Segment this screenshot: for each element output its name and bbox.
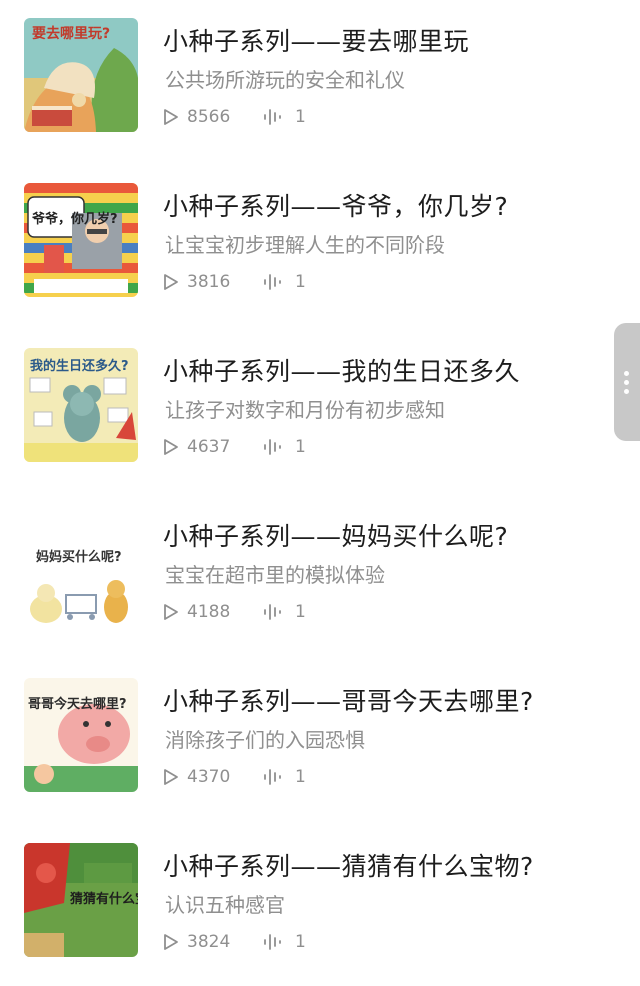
play-icon [164, 439, 178, 455]
cover-image: 妈妈买什么呢? [24, 513, 138, 627]
album-title[interactable]: 小种子系列——妈妈买什么呢? [163, 517, 508, 553]
album-title[interactable]: 小种子系列——猜猜有什么宝物? [163, 847, 534, 883]
album-cover[interactable]: 哥哥今天去哪里? [24, 678, 138, 792]
album-title[interactable]: 小种子系列——我的生日还多久 [163, 352, 520, 388]
track-count-value: 1 [295, 932, 306, 952]
track-count: 1 [263, 272, 306, 292]
cover-text: 爷爷，你几岁? [32, 211, 118, 227]
track-count: 1 [263, 602, 306, 622]
album-stats: 4370 1 [163, 766, 306, 788]
cover-text: 我的生日还多久? [30, 358, 129, 374]
more-dots-icon [624, 371, 629, 376]
track-count: 1 [263, 767, 306, 787]
track-count-value: 1 [295, 107, 306, 127]
audio-wave-icon [264, 274, 281, 290]
album-title[interactable]: 小种子系列——爷爷，你几岁? [163, 187, 508, 223]
audio-wave-icon [264, 439, 281, 455]
album-subtitle: 宝宝在超市里的模拟体验 [165, 563, 385, 587]
play-count-value: 3816 [187, 272, 231, 292]
more-dots-icon [624, 380, 629, 385]
cover-image: 猜猜有什么宝物 [24, 843, 138, 957]
play-icon [164, 604, 178, 620]
album-cover[interactable]: 猜猜有什么宝物 [24, 843, 138, 957]
album-cover[interactable]: 妈妈买什么呢? [24, 513, 138, 627]
play-count-value: 8566 [187, 107, 231, 127]
track-count-value: 1 [295, 437, 306, 457]
cover-image: 爷爷，你几岁? [24, 183, 138, 297]
album-item[interactable]: 要去哪里玩? 小种子系列——要去哪里玩 公共场所游玩的安全和礼仪 8566 1 [0, 0, 640, 150]
play-icon [164, 109, 178, 125]
play-count-value: 4188 [187, 602, 231, 622]
track-count: 1 [263, 437, 306, 457]
album-item[interactable]: 猜猜有什么宝物 小种子系列——猜猜有什么宝物? 认识五种感官 3824 [0, 825, 640, 975]
cover-image: 要去哪里玩? [24, 18, 138, 132]
album-item[interactable]: 我的生日还多久? 小种子系列——我的生日还多久 让孩子对数字和月份有初步感知 4… [0, 330, 640, 480]
album-subtitle: 让孩子对数字和月份有初步感知 [165, 398, 445, 422]
album-item[interactable]: 爷爷，你几岁? 小种子系列——爷爷，你几岁? 让宝宝初步理解人生的不同阶段 38… [0, 165, 640, 315]
cover-text: 哥哥今天去哪里? [28, 696, 127, 712]
track-count-value: 1 [295, 272, 306, 292]
play-icon [164, 274, 178, 290]
play-count: 3824 [163, 932, 263, 952]
album-stats: 3816 1 [163, 271, 306, 293]
audio-wave-icon [264, 769, 281, 785]
play-count-value: 3824 [187, 932, 231, 952]
audio-wave-icon [264, 109, 281, 125]
album-subtitle: 让宝宝初步理解人生的不同阶段 [165, 233, 445, 257]
play-count: 3816 [163, 272, 263, 292]
album-item[interactable]: 哥哥今天去哪里? 小种子系列——哥哥今天去哪里? 消除孩子们的入园恐惧 4370 [0, 660, 640, 810]
album-stats: 3824 1 [163, 931, 306, 953]
audio-wave-icon [264, 934, 281, 950]
cover-text: 妈妈买什么呢? [36, 549, 122, 565]
cover-text: 要去哪里玩? [32, 25, 110, 42]
album-stats: 4637 1 [163, 436, 306, 458]
track-count-value: 1 [295, 767, 306, 787]
play-count-value: 4370 [187, 767, 231, 787]
play-count: 4637 [163, 437, 263, 457]
album-cover[interactable]: 我的生日还多久? [24, 348, 138, 462]
side-more-handle[interactable] [614, 323, 640, 441]
play-count: 4188 [163, 602, 263, 622]
play-count: 4370 [163, 767, 263, 787]
track-count-value: 1 [295, 602, 306, 622]
album-cover[interactable]: 爷爷，你几岁? [24, 183, 138, 297]
track-count: 1 [263, 107, 306, 127]
track-count: 1 [263, 932, 306, 952]
album-title[interactable]: 小种子系列——哥哥今天去哪里? [163, 682, 534, 718]
audio-wave-icon [264, 604, 281, 620]
album-item[interactable]: 妈妈买什么呢? 小种子系列——妈妈买什么呢? 宝宝在超市里的模拟体验 4188 [0, 495, 640, 645]
album-subtitle: 消除孩子们的入园恐惧 [165, 728, 365, 752]
play-icon [164, 934, 178, 950]
play-count: 8566 [163, 107, 263, 127]
play-count-value: 4637 [187, 437, 231, 457]
cover-text: 猜猜有什么宝物 [69, 891, 138, 907]
album-stats: 8566 1 [163, 106, 306, 128]
album-subtitle: 公共场所游玩的安全和礼仪 [165, 68, 405, 92]
album-cover[interactable]: 要去哪里玩? [24, 18, 138, 132]
cover-image: 我的生日还多久? [24, 348, 138, 462]
album-title[interactable]: 小种子系列——要去哪里玩 [163, 22, 469, 58]
more-dots-icon [624, 389, 629, 394]
album-subtitle: 认识五种感官 [165, 893, 285, 917]
album-stats: 4188 1 [163, 601, 306, 623]
play-icon [164, 769, 178, 785]
cover-image: 哥哥今天去哪里? [24, 678, 138, 792]
